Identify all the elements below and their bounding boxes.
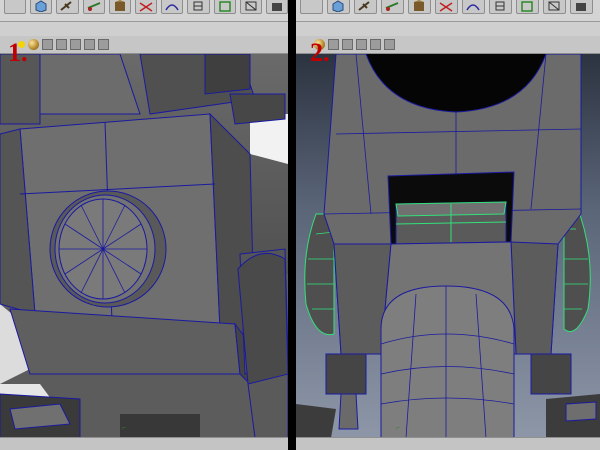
lasso-icon[interactable] [354,0,377,14]
bevel-icon[interactable] [239,0,262,14]
extrude-icon[interactable] [489,0,512,14]
bevel-icon[interactable] [543,0,566,14]
axis-indicator: ⌐ [396,425,401,432]
axis-indicator: ⌐ [122,425,127,432]
step-label: 1. [8,38,28,67]
xray-icon[interactable] [356,39,367,50]
poly-cube-icon[interactable] [327,0,350,14]
merge-icon[interactable] [516,0,539,14]
curve-icon[interactable] [462,0,485,14]
render-icon[interactable] [570,0,593,14]
wireframe-icon[interactable] [84,39,95,50]
shading-sphere-icon[interactable] [28,39,39,50]
panel-view-bar [0,36,288,54]
move-icon[interactable] [82,0,105,14]
split-edge-icon[interactable] [134,0,158,14]
transform-icon[interactable] [408,0,431,14]
status-line [296,437,600,450]
isolate-icon[interactable] [42,39,53,50]
shelf-toolbar [296,0,600,22]
lasso-icon[interactable] [56,0,79,14]
perspective-viewport-1[interactable] [0,54,288,438]
camera-icon[interactable] [342,39,353,50]
poly-cube-icon[interactable] [30,0,53,14]
mesh-model-1 [0,54,288,438]
split-edge-icon[interactable] [435,0,458,14]
status-line [0,437,288,450]
panel-view-bar [296,36,600,54]
camera-icon[interactable] [56,39,67,50]
step-label: 2. [310,38,330,67]
shelf-spacer [296,22,600,36]
grid-icon[interactable] [98,39,109,50]
grid-icon[interactable] [384,39,395,50]
viewport-panel-1: 1. ⌐ [0,0,288,450]
render-icon[interactable] [265,0,288,14]
extrude-icon[interactable] [187,0,210,14]
shelf-spacer [0,22,288,36]
transform-icon[interactable] [108,0,131,14]
select-tool-icon[interactable] [4,0,27,14]
isolate-icon[interactable] [328,39,339,50]
merge-icon[interactable] [213,0,236,14]
perspective-viewport-2[interactable] [296,54,600,438]
wireframe-icon[interactable] [370,39,381,50]
move-icon[interactable] [381,0,404,14]
select-tool-icon[interactable] [300,0,323,14]
viewport-panel-2: 2. ⌐ [296,0,600,450]
mesh-model-2 [296,54,600,438]
xray-icon[interactable] [70,39,81,50]
shelf-toolbar [0,0,288,22]
curve-icon[interactable] [161,0,184,14]
